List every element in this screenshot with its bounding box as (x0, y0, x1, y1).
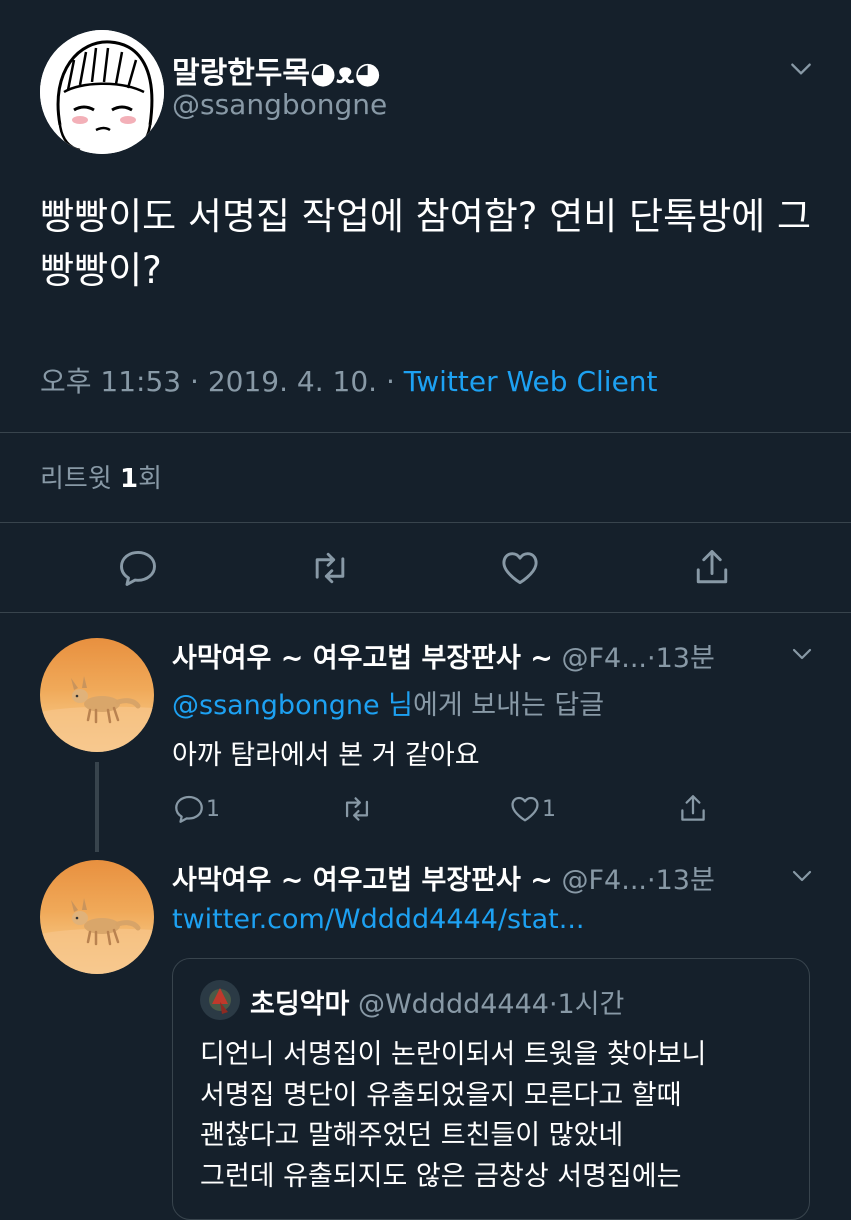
quoted-text: 디언니 서명집이 논란이되서 트윗을 찾아보니 서명집 명단이 유출되었을지 모… (200, 1035, 800, 1197)
reply-icon (175, 795, 203, 823)
share-icon (681, 795, 705, 821)
reply-to-suffix: 에게 보내는 답글 (413, 690, 605, 721)
quoted-avatar (200, 980, 240, 1020)
like-count: 1 (542, 796, 556, 822)
retweet-button[interactable] (340, 792, 374, 826)
quoted-text-line: 그런데 유출되지도 않은 금창상 서명집에는 (200, 1160, 682, 1192)
reply-display-name[interactable]: 사막여우 ~ 여우고법 부장판사 ~ (172, 865, 553, 896)
author-handle[interactable]: @ssangbongne (172, 88, 387, 121)
tweet-link[interactable]: twitter.com/Wdddd4444/stat... (172, 904, 585, 935)
retweet-count-row[interactable]: 리트윗 1회 (40, 458, 162, 495)
reply-time[interactable]: ·13분 (647, 865, 715, 896)
reply-avatar[interactable] (40, 860, 154, 974)
avatar-drawing (40, 30, 164, 154)
tweet-text: 빵빵이도 서명집 작업에 참여함? 연비 단톡방에 그 빵빵이? (40, 195, 812, 292)
tweet-time: 오후 11:53 (40, 365, 182, 398)
quoted-text-line: 서명집 명단이 유출되었을지 모른다고 할때 (200, 1079, 682, 1111)
thread-connector (95, 762, 99, 852)
reply-handle[interactable]: @F4... (562, 865, 647, 896)
retweet-icon (345, 797, 369, 821)
retweet-suffix: 회 (138, 464, 163, 494)
like-icon[interactable] (498, 546, 542, 590)
quoted-handle: @Wdddd4444 (357, 989, 549, 1020)
quoted-text-line: 괜찮다고 말해주었던 트친들이 많았네 (200, 1120, 624, 1151)
reply-handle[interactable]: @F4... (562, 643, 647, 674)
reply-avatar[interactable] (40, 638, 154, 752)
chevron-down-icon[interactable] (790, 864, 814, 888)
reply-header: 사막여우 ~ 여우고법 부장판사 ~ @F4...·13분 (172, 858, 715, 897)
quoted-display-name: 초딩악마 (250, 989, 350, 1020)
tweet-source-link[interactable]: Twitter Web Client (404, 365, 658, 398)
reply-count: 1 (206, 796, 220, 822)
quoted-avatar-image (200, 980, 240, 1020)
quoted-header: 초딩악마 @Wdddd4444·1시간 (250, 982, 624, 1021)
like-icon (511, 796, 539, 822)
reply-button[interactable]: 1 (172, 792, 220, 826)
retweet-count: 1 (120, 464, 139, 494)
chevron-down-icon[interactable] (790, 642, 814, 666)
reply-text: 아까 탐라에서 본 거 같아요 (172, 740, 480, 771)
reply-icon[interactable] (116, 546, 160, 590)
share-button[interactable] (676, 792, 710, 826)
retweet-label: 리트윗 (40, 464, 112, 494)
divider (0, 612, 851, 613)
tweet-date: 2019. 4. 10. (207, 365, 378, 398)
quoted-time: ·1시간 (548, 989, 625, 1020)
reply-display-name[interactable]: 사막여우 ~ 여우고법 부장판사 ~ (172, 643, 553, 674)
share-icon[interactable] (690, 546, 734, 590)
fox-image (40, 676, 154, 752)
quoted-text-line: 디언니 서명집이 논란이되서 트윗을 찾아보니 (200, 1039, 707, 1070)
author-display-name[interactable]: 말랑한두목◕ᴥ◕ (172, 48, 381, 92)
reply-header: 사막여우 ~ 여우고법 부장판사 ~ @F4...·13분 (172, 636, 715, 675)
meta-separator: · (190, 365, 199, 398)
chevron-down-icon[interactable] (788, 56, 814, 82)
divider (0, 522, 851, 523)
mention-link[interactable]: @ssangbongne 님 (172, 690, 413, 721)
author-avatar[interactable] (40, 30, 164, 154)
tweet-meta: 오후 11:53 · 2019. 4. 10. · Twitter Web Cl… (40, 360, 658, 400)
divider (0, 432, 851, 433)
retweet-icon[interactable] (308, 546, 352, 590)
fox-image (40, 898, 154, 974)
meta-separator: · (385, 365, 395, 398)
reply-time[interactable]: ·13분 (647, 643, 715, 674)
like-button[interactable]: 1 (508, 792, 556, 826)
reply-to-line: @ssangbongne 님에게 보내는 답글 (172, 683, 604, 722)
